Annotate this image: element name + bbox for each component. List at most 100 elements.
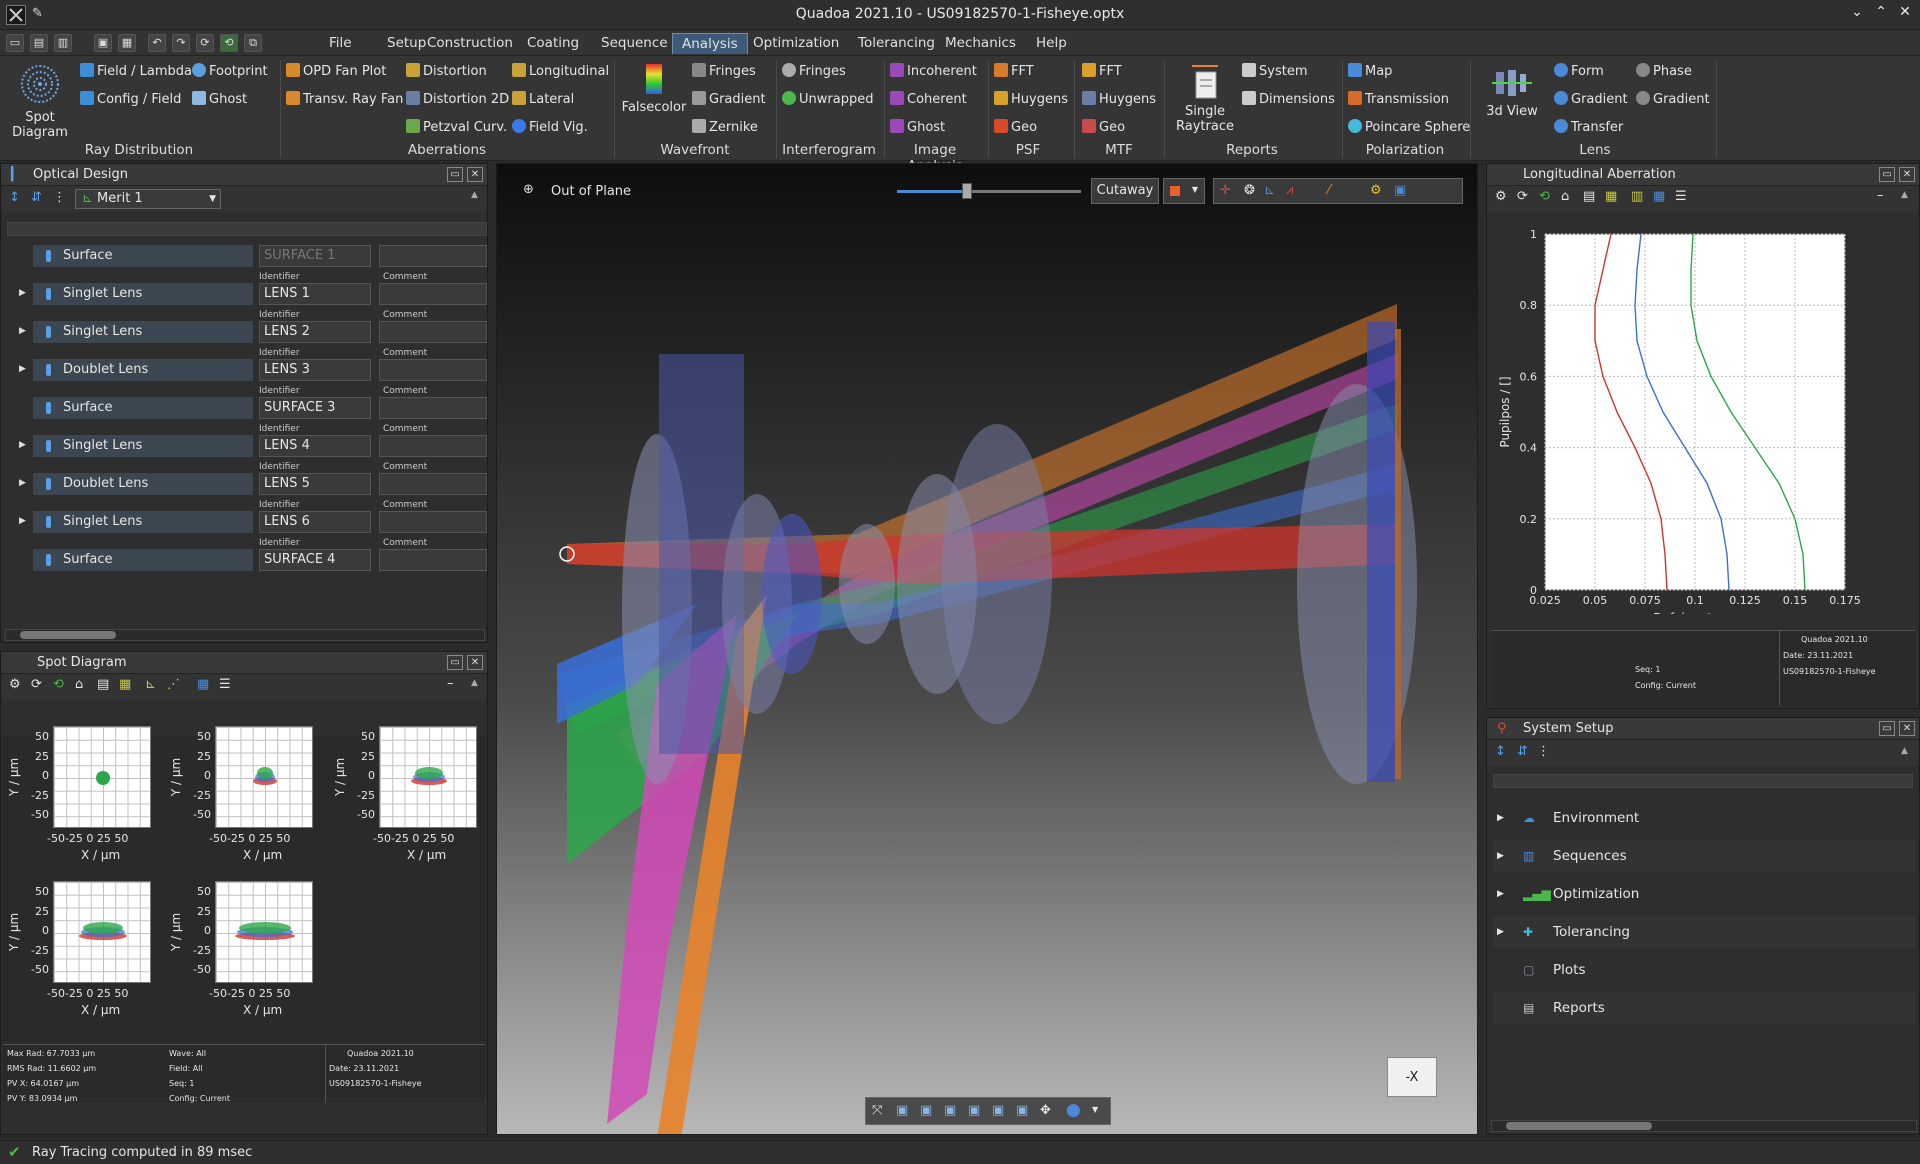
minimize-plot-icon[interactable]: –	[1877, 188, 1884, 203]
ia-ghost-button[interactable]: Ghost	[890, 118, 945, 138]
form-button[interactable]: Form	[1554, 62, 1604, 82]
collapse-all-icon[interactable]: ⇵	[1517, 744, 1528, 759]
auto-update-icon[interactable]: ⟲	[1539, 189, 1550, 204]
ghost-button[interactable]: Ghost	[192, 90, 247, 110]
system-report-button[interactable]: System	[1242, 62, 1307, 82]
petzval-curv-button[interactable]: Petzval Curv.	[406, 118, 507, 138]
tree-item-sequences[interactable]: ▶ ▥ Sequences	[1493, 840, 1915, 872]
merit-select[interactable]: ⊾ Merit 1 ▼	[75, 189, 221, 209]
comment-field[interactable]	[379, 473, 487, 495]
print-icon[interactable]: ▤	[97, 677, 109, 692]
menu-help[interactable]: Help	[1027, 33, 1076, 54]
minimize-icon[interactable]: ⌄	[1846, 4, 1868, 26]
menu-coating[interactable]: Coating	[518, 33, 588, 54]
psf-huygens-button[interactable]: Huygens	[994, 90, 1068, 110]
collapse-toolbar-icon[interactable]: ▲	[471, 190, 478, 200]
view-back-icon[interactable]: ▣	[920, 1103, 932, 1118]
comment-field[interactable]	[379, 245, 487, 267]
phase-button[interactable]: Phase	[1636, 62, 1692, 82]
mtf-huygens-button[interactable]: Huygens	[1082, 90, 1156, 110]
tree-item-tolerancing[interactable]: ▶ ✚ Tolerancing	[1493, 916, 1915, 948]
auto-update-icon[interactable]: ⟲	[53, 677, 64, 692]
longitudinal-button[interactable]: Longitudinal	[512, 62, 609, 82]
layout-icon[interactable]: ⧉	[244, 34, 262, 52]
more-options-icon[interactable]: ⋮	[1537, 744, 1550, 759]
refresh-icon[interactable]: ⟳	[1517, 189, 1528, 204]
expand-all-icon[interactable]: ↕	[1495, 744, 1506, 759]
expand-arrow-icon[interactable]: ▶	[19, 364, 26, 374]
collapse-toolbar-icon[interactable]: ▲	[1901, 746, 1908, 756]
fit-icon[interactable]: ⤧	[872, 1103, 882, 1118]
menu-optimization[interactable]: Optimization	[744, 33, 848, 54]
spot-plot[interactable]	[215, 726, 313, 828]
identifier-field[interactable]: LENS 5	[259, 473, 371, 495]
comment-field[interactable]	[379, 435, 487, 457]
transfer-button[interactable]: Transfer	[1554, 118, 1623, 138]
chevron-down-icon[interactable]: ▼	[1092, 1105, 1098, 1114]
identifier-field[interactable]: SURFACE 3	[259, 397, 371, 419]
list-icon[interactable]: ☰	[1675, 189, 1687, 204]
field-vig-button[interactable]: Field Vig.	[512, 118, 588, 138]
element-type[interactable]: Singlet Lens	[33, 511, 253, 533]
wavefront-fringes-button[interactable]: Fringes	[692, 62, 756, 82]
print-icon[interactable]: ▤	[1583, 189, 1595, 204]
home-icon[interactable]: ⌂	[75, 677, 83, 692]
element-type[interactable]: Doublet Lens	[33, 359, 253, 381]
expand-arrow-icon[interactable]: ▶	[1497, 878, 1504, 910]
copy-icon[interactable]: ▥	[1631, 189, 1643, 204]
save-icon[interactable]: ▣	[94, 34, 112, 52]
opd-fan-plot-button[interactable]: OPD Fan Plot	[286, 62, 386, 82]
comment-field[interactable]	[379, 511, 487, 533]
view-top-icon[interactable]: ▣	[992, 1103, 1004, 1118]
expand-arrow-icon[interactable]: ▶	[1497, 802, 1504, 834]
distortion-2d-button[interactable]: Distortion 2D	[406, 90, 509, 110]
auto-update-icon[interactable]: ⟲	[220, 34, 238, 52]
identifier-field[interactable]: LENS 3	[259, 359, 371, 381]
element-type[interactable]: Singlet Lens	[33, 435, 253, 457]
expand-arrow-icon[interactable]: ▶	[1497, 916, 1504, 948]
axes-dotted-icon[interactable]: ⋰	[167, 677, 180, 692]
expand-arrow-icon[interactable]: ▶	[19, 326, 26, 336]
close-icon[interactable]: ✕	[1894, 4, 1916, 26]
element-row[interactable]: Surface SURFACE 1	[1, 236, 487, 267]
expand-all-icon[interactable]: ↕	[9, 190, 20, 205]
identifier-field[interactable]: SURFACE 1	[259, 245, 371, 267]
grid-icon[interactable]: ▦	[1653, 189, 1665, 204]
comment-field[interactable]	[379, 283, 487, 305]
3d-view-button[interactable]: 3d View	[1480, 66, 1544, 119]
element-row[interactable]: ▶ Doublet Lens Identifier Comment LENS 5	[1, 462, 487, 495]
interferogram-fringes-button[interactable]: Fringes	[782, 62, 846, 82]
tree-item-plots[interactable]: ▢ Plots	[1493, 954, 1915, 986]
falsecolor-button[interactable]: Falsecolor	[620, 64, 688, 115]
settings-icon[interactable]: ⚙	[9, 677, 21, 692]
settings-icon[interactable]: ⚙	[1495, 189, 1507, 204]
identifier-field[interactable]: SURFACE 4	[259, 549, 371, 571]
element-type[interactable]: Surface	[33, 397, 253, 419]
new-file-icon[interactable]: ▭	[6, 34, 24, 52]
scrollbar-thumb[interactable]	[1506, 1122, 1652, 1130]
element-row[interactable]: ▶ Singlet Lens Identifier Comment LENS 2	[1, 310, 487, 343]
3d-viewport[interactable]: ⊕ Out of Plane Cutaway ▼ ✛ ❂ ⊾ ⩘ ⁄ ⚙ ▣ -…	[496, 163, 1478, 1135]
menu-tolerancing[interactable]: Tolerancing	[849, 33, 944, 54]
mtf-geo-button[interactable]: Geo	[1082, 118, 1125, 138]
collapse-toolbar-icon[interactable]: ▲	[1901, 190, 1908, 200]
expand-arrow-icon[interactable]: ▶	[19, 478, 26, 488]
spot-plot[interactable]	[53, 726, 151, 828]
float-panel-icon[interactable]: ▭	[1879, 167, 1895, 182]
close-panel-icon[interactable]: ✕	[467, 167, 483, 182]
grid-icon[interactable]: ▦	[197, 677, 209, 692]
restore-icon[interactable]: ⌃	[1870, 4, 1892, 26]
rotate-icon[interactable]: ✥	[1040, 1103, 1051, 1118]
spot-diagram-button[interactable]: Spot Diagram	[10, 62, 70, 140]
identifier-field[interactable]: LENS 2	[259, 321, 371, 343]
poincare-sphere-button[interactable]: Poincare Sphere	[1348, 118, 1470, 138]
export-icon[interactable]: ▦	[119, 677, 131, 692]
comment-field[interactable]	[379, 397, 487, 419]
horizontal-scrollbar[interactable]	[1491, 1120, 1917, 1132]
identifier-field[interactable]: LENS 4	[259, 435, 371, 457]
transv-ray-fan-button[interactable]: Transv. Ray Fan	[286, 90, 403, 110]
element-type[interactable]: Singlet Lens	[33, 321, 253, 343]
psf-geo-button[interactable]: Geo	[994, 118, 1037, 138]
view-left-icon[interactable]: ▣	[944, 1103, 956, 1118]
scrollbar-thumb[interactable]	[20, 631, 116, 639]
